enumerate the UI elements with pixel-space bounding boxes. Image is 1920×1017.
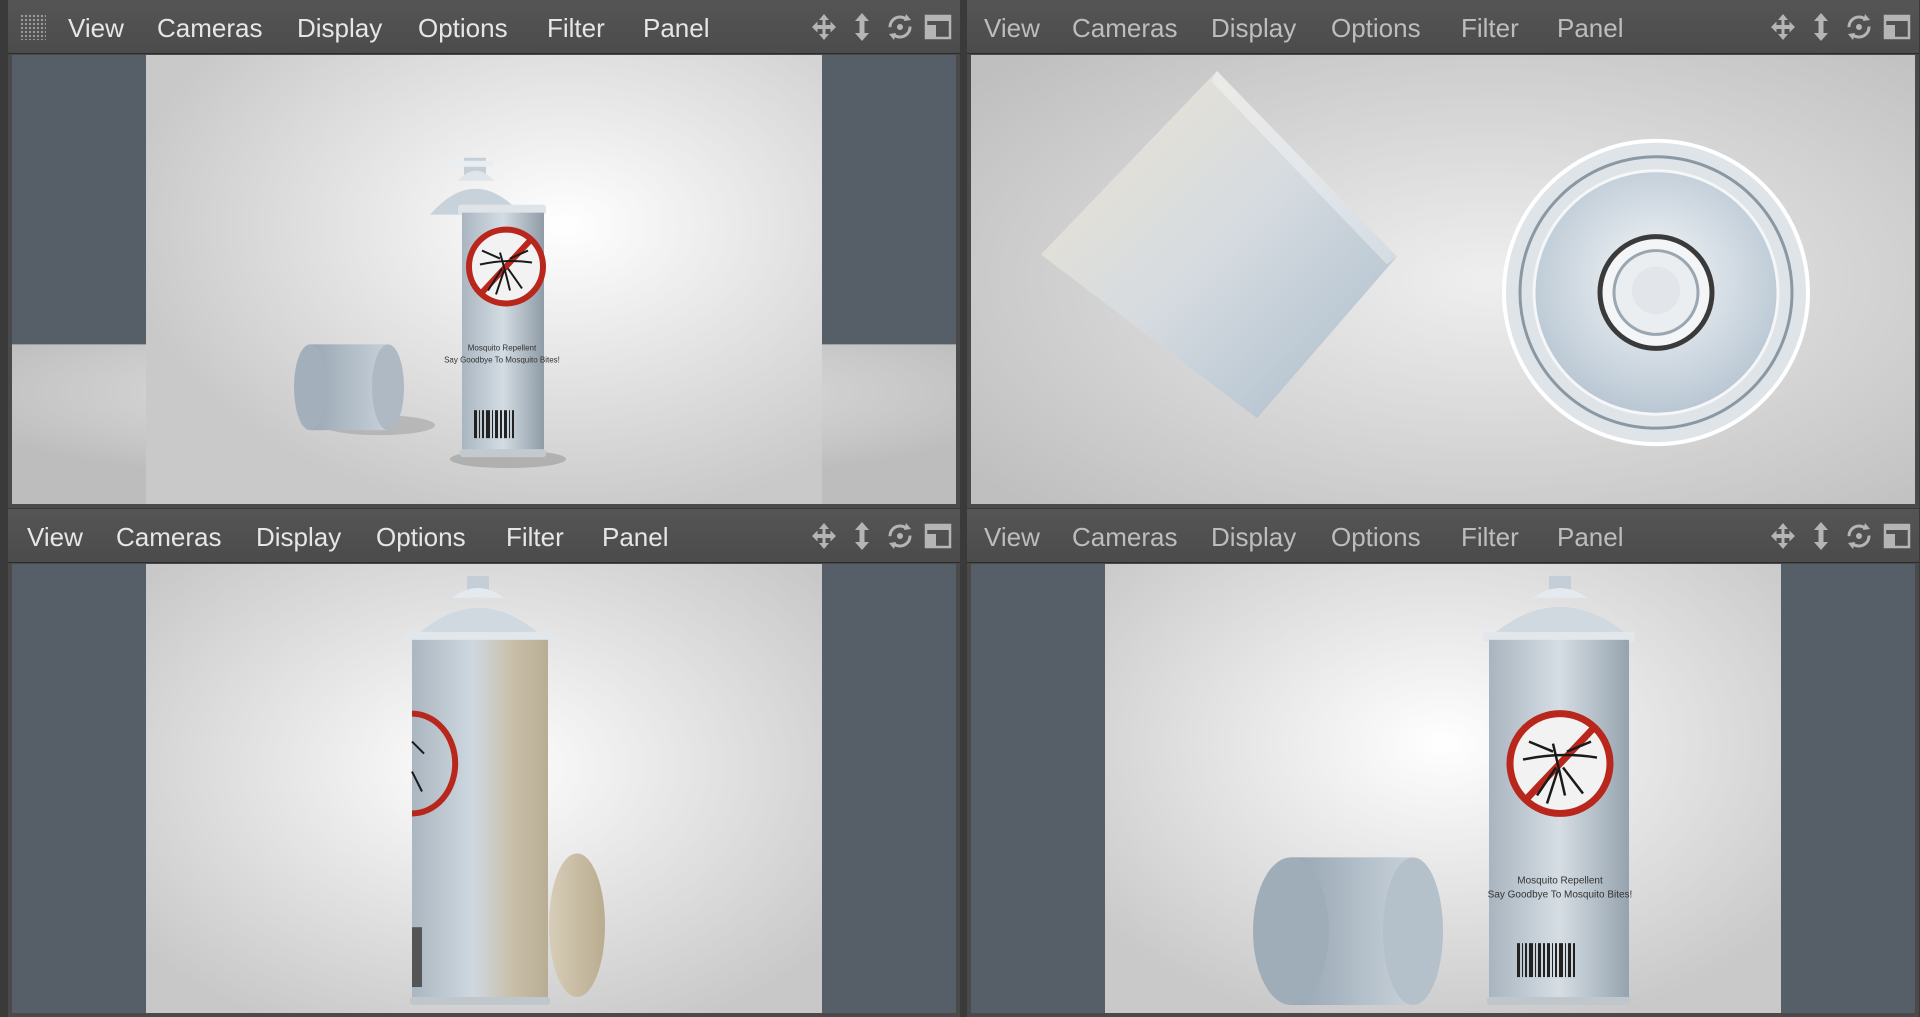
menu-panel[interactable]: Panel — [643, 0, 710, 54]
move-view-icon[interactable] — [1767, 11, 1799, 43]
menu-options[interactable]: Options — [1331, 0, 1421, 54]
can-label-text-1: Mosquito Repellent — [1517, 875, 1603, 886]
maximize-view-icon[interactable] — [1881, 520, 1913, 552]
menu-display[interactable]: Display — [297, 0, 382, 54]
menu-cameras[interactable]: Cameras — [1072, 509, 1177, 563]
menu-filter[interactable]: Filter — [506, 509, 564, 563]
maximize-view-icon[interactable] — [922, 520, 954, 552]
can-label-text-1: Mosquito Repellent — [468, 343, 537, 352]
render-canvas[interactable]: Mosquito Repellent Say Goodbye To Mosqui… — [12, 55, 956, 504]
render-canvas[interactable]: Mosquito Repellent Say Goodbye To Mosqui… — [971, 564, 1915, 1013]
menu-cameras[interactable]: Cameras — [116, 509, 221, 563]
menu-display[interactable]: Display — [256, 509, 341, 563]
maximize-view-icon[interactable] — [922, 11, 954, 43]
menu-cameras[interactable]: Cameras — [1072, 0, 1177, 54]
menu-filter[interactable]: Filter — [1461, 509, 1519, 563]
maximize-view-icon[interactable] — [1881, 11, 1913, 43]
rotate-view-icon[interactable] — [1843, 520, 1875, 552]
dolly-view-icon[interactable] — [846, 11, 878, 43]
menu-panel[interactable]: Panel — [1557, 0, 1624, 54]
dolly-view-icon[interactable] — [1805, 11, 1837, 43]
can-label-text-2: Say Goodbye To Mosquito Bites! — [1488, 889, 1633, 900]
viewport-menubar: View Cameras Display Options Filter Pane… — [8, 0, 960, 54]
menu-cameras[interactable]: Cameras — [157, 0, 262, 54]
can-label-text-2: Say Goodbye To Mosquito Bites! — [444, 355, 560, 364]
menu-options[interactable]: Options — [418, 0, 508, 54]
viewport-perspective[interactable]: View Cameras Display Options Filter Pane… — [8, 0, 960, 508]
viewport-right[interactable]: View Cameras Display Options Filter Pane… — [8, 509, 960, 1017]
menu-display[interactable]: Display — [1211, 509, 1296, 563]
viewport-front[interactable]: View Cameras Display Options Filter Pane… — [967, 509, 1919, 1017]
menu-display[interactable]: Display — [1211, 0, 1296, 54]
menu-view[interactable]: View — [68, 0, 124, 54]
rotate-view-icon[interactable] — [884, 11, 916, 43]
dolly-view-icon[interactable] — [1805, 520, 1837, 552]
rotate-view-icon[interactable] — [1843, 11, 1875, 43]
menu-view[interactable]: View — [27, 509, 83, 563]
move-view-icon[interactable] — [1767, 520, 1799, 552]
render-canvas[interactable] — [971, 55, 1915, 504]
menu-panel[interactable]: Panel — [602, 509, 669, 563]
menu-panel[interactable]: Panel — [1557, 509, 1624, 563]
viewport-menubar: View Cameras Display Options Filter Pane… — [967, 0, 1919, 54]
panel-grip-icon[interactable] — [20, 14, 46, 40]
move-view-icon[interactable] — [808, 520, 840, 552]
viewport-menubar: View Cameras Display Options Filter Pane… — [8, 509, 960, 563]
menu-view[interactable]: View — [984, 509, 1040, 563]
menu-filter[interactable]: Filter — [1461, 0, 1519, 54]
viewport-menubar: View Cameras Display Options Filter Pane… — [967, 509, 1919, 563]
dolly-view-icon[interactable] — [846, 520, 878, 552]
render-canvas[interactable] — [12, 564, 956, 1013]
viewport-top[interactable]: View Cameras Display Options Filter Pane… — [967, 0, 1919, 508]
menu-filter[interactable]: Filter — [547, 0, 605, 54]
menu-options[interactable]: Options — [376, 509, 466, 563]
menu-options[interactable]: Options — [1331, 509, 1421, 563]
rotate-view-icon[interactable] — [884, 520, 916, 552]
menu-view[interactable]: View — [984, 0, 1040, 54]
move-view-icon[interactable] — [808, 11, 840, 43]
